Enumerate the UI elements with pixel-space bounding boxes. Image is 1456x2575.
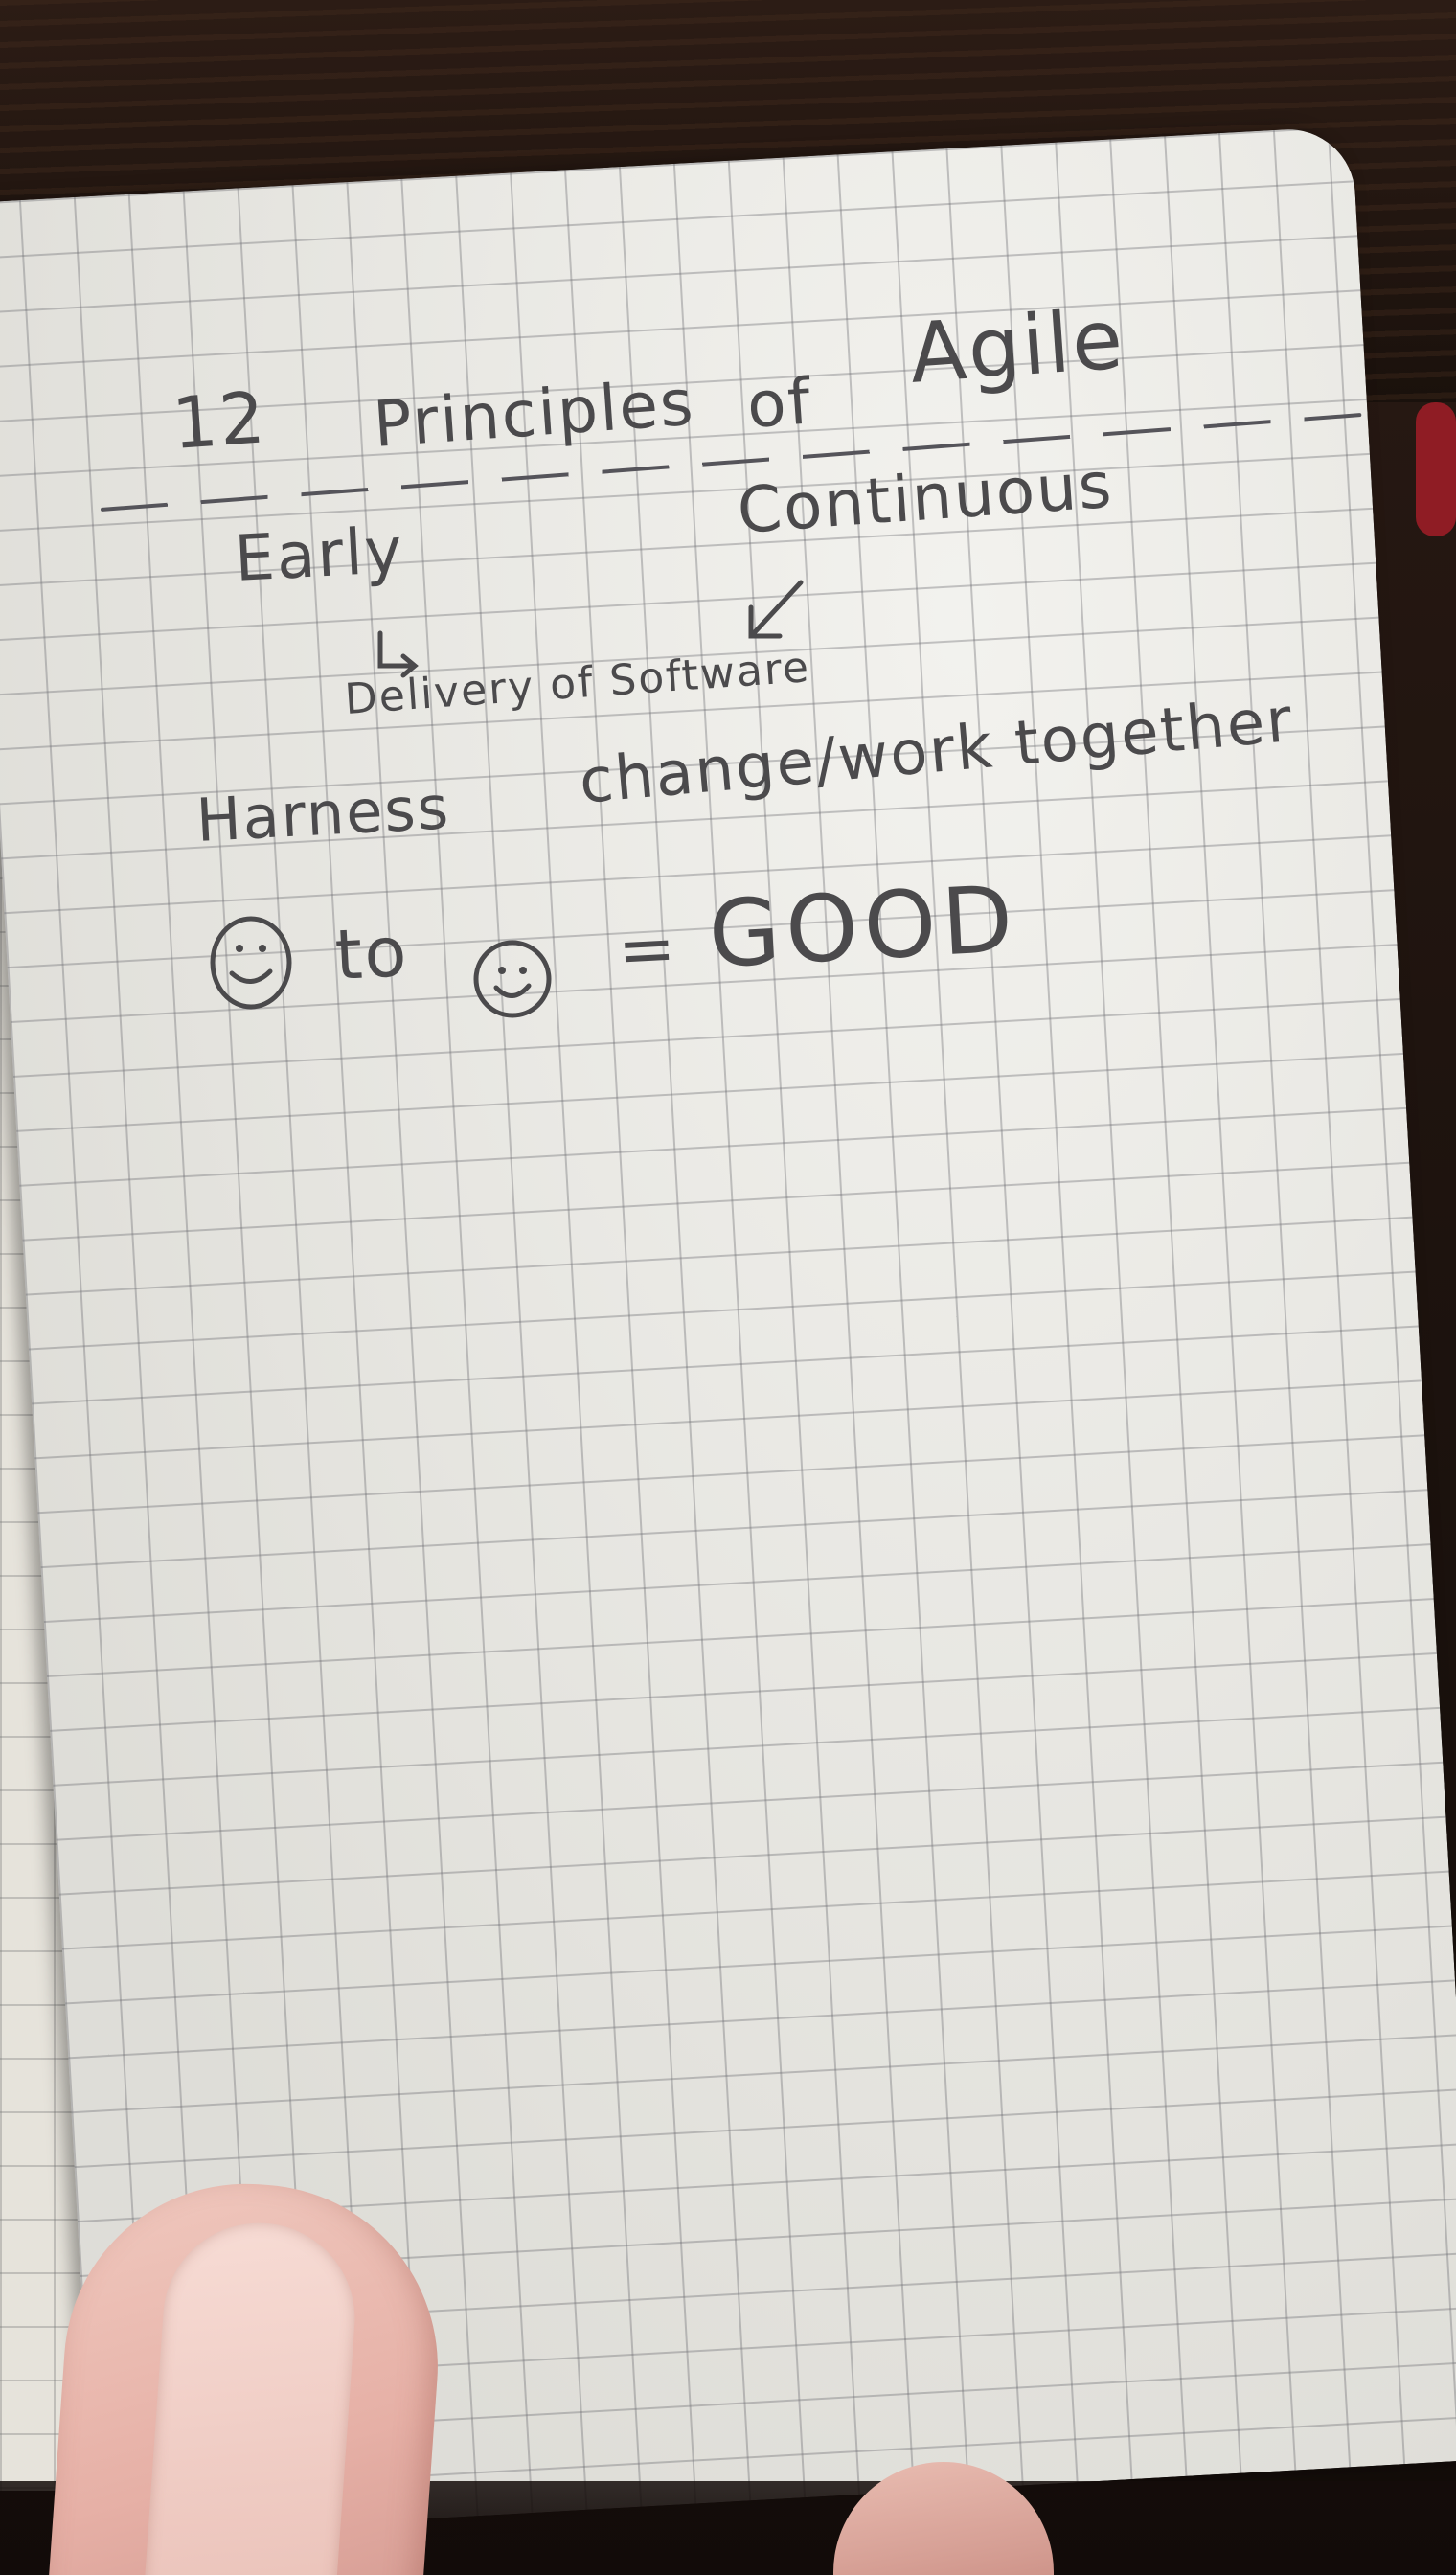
bookmark-ribbon-right [1416, 402, 1456, 536]
notebook-page [0, 125, 1456, 2538]
photo-scene: 12 Principles of Agile Early Continuous … [0, 0, 1456, 2575]
thumbnail [142, 2216, 362, 2575]
